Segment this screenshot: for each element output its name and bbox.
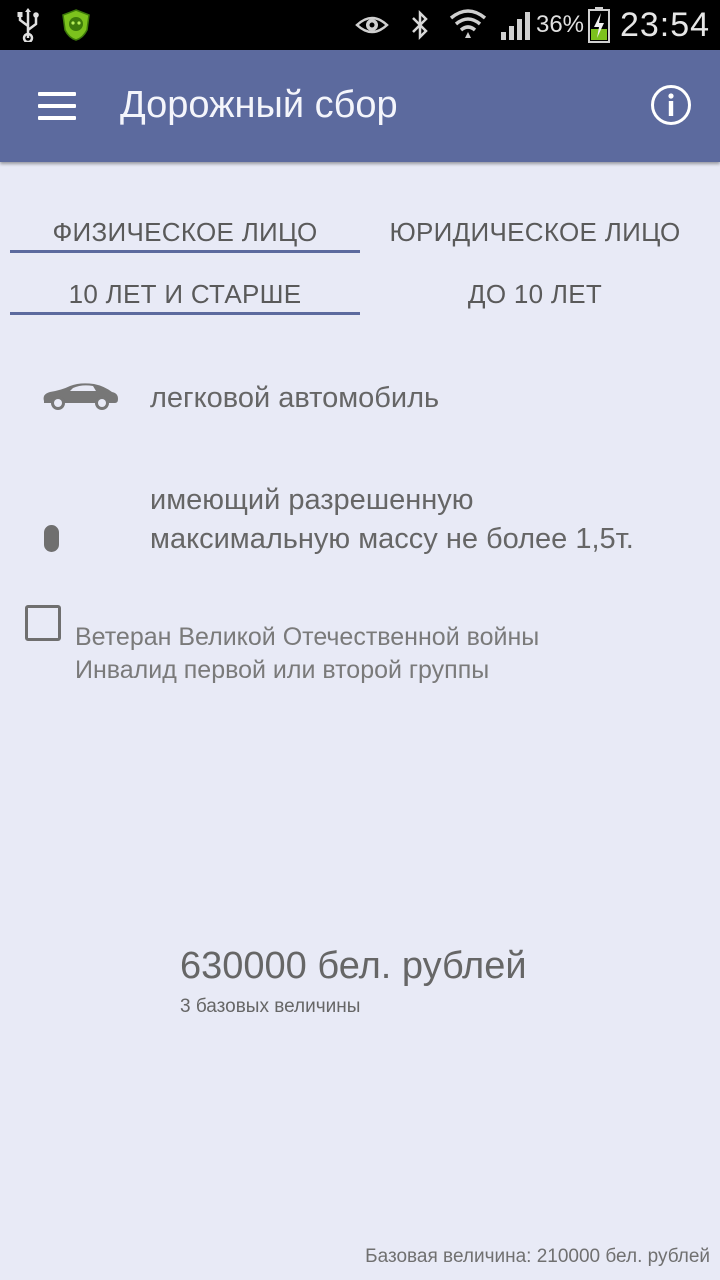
wifi-icon xyxy=(448,0,488,50)
app-bar: Дорожный сбор xyxy=(0,50,720,162)
info-button[interactable] xyxy=(650,84,692,126)
car-icon xyxy=(43,383,118,410)
status-bar: 36% 23:54 xyxy=(0,0,720,50)
mass-category-line2: максимальную массу не более 1,5т. xyxy=(150,523,634,555)
bluetooth-icon xyxy=(406,0,434,50)
tab-indicator-individual xyxy=(10,250,360,253)
app-title: Дорожный сбор xyxy=(120,84,398,126)
base-value-count: 3 базовых величины xyxy=(180,996,361,1017)
battery-charging-icon xyxy=(586,0,612,50)
eye-icon xyxy=(354,0,390,50)
battery-percent: 36% xyxy=(535,11,585,38)
tab-under-10-years[interactable]: ДО 10 ЛЕТ xyxy=(360,272,710,316)
fee-amount: 630000 бел. рублей xyxy=(180,945,527,987)
info-icon xyxy=(651,85,691,125)
tab-10-years-and-older[interactable]: 10 ЛЕТ И СТАРШЕ xyxy=(10,272,360,316)
clock: 23:54 xyxy=(619,5,711,44)
benefit-label-disabled[interactable]: Инвалид первой или второй группы xyxy=(75,656,489,685)
tab-individual[interactable]: ФИЗИЧЕСКОЕ ЛИЦО xyxy=(10,210,360,254)
tab-indicator-age xyxy=(10,312,360,315)
tab-legal-entity[interactable]: ЮРИДИЧЕСКОЕ ЛИЦО xyxy=(360,210,710,254)
benefit-label-veteran[interactable]: Ветеран Великой Отечественной войны xyxy=(75,623,539,652)
weight-indicator-icon xyxy=(44,525,59,552)
usb-icon xyxy=(12,0,44,50)
signal-icon xyxy=(498,0,534,50)
mass-category-line1: имеющий разрешенную xyxy=(150,484,474,516)
vehicle-type-label: легковой автомобиль xyxy=(150,382,440,414)
menu-button[interactable] xyxy=(22,70,90,140)
app-shield-icon xyxy=(58,0,94,50)
base-value-footer: Базовая величина: 210000 бел. рублей xyxy=(365,1246,710,1267)
benefit-checkbox[interactable] xyxy=(25,605,61,641)
